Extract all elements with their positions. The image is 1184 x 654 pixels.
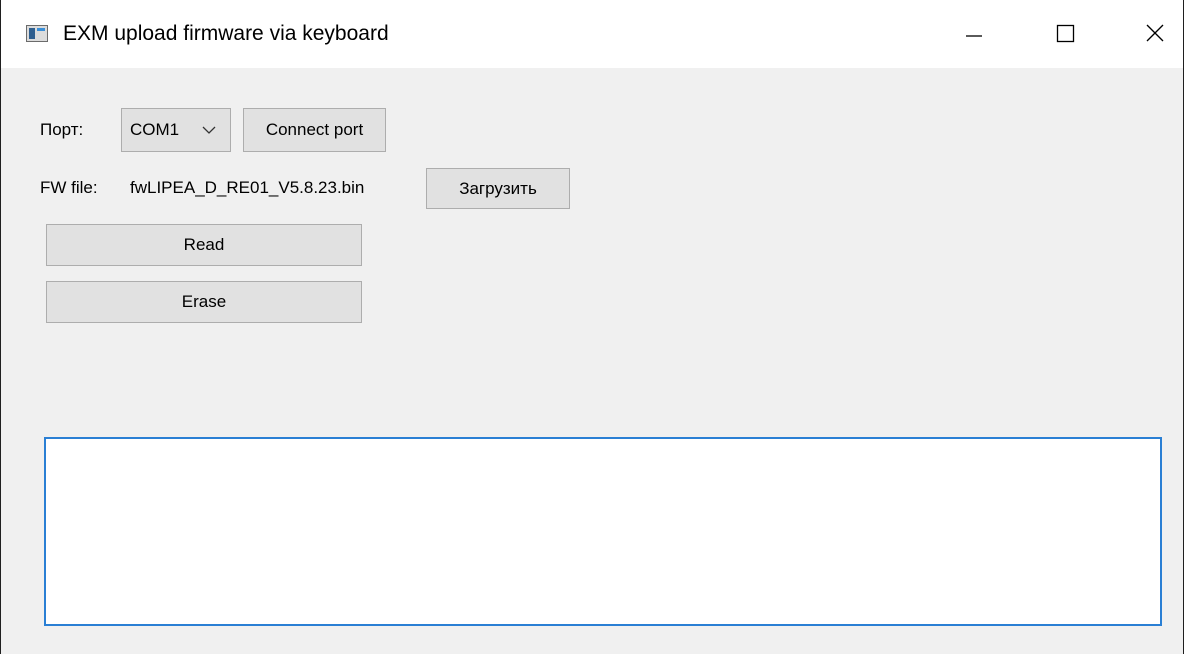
minimize-icon (966, 35, 982, 37)
close-icon (1146, 24, 1164, 42)
minimize-button[interactable] (943, 0, 1003, 68)
erase-button[interactable]: Erase (46, 281, 362, 323)
load-firmware-button[interactable]: Загрузить (426, 168, 570, 209)
read-button[interactable]: Read (46, 224, 362, 266)
maximize-icon (1056, 24, 1075, 43)
title-bar[interactable]: EXM upload firmware via keyboard (1, 0, 1183, 68)
app-window: EXM upload firmware via keyboard Порт: C… (0, 0, 1184, 654)
connect-port-button[interactable]: Connect port (243, 108, 386, 152)
port-label: Порт: (40, 120, 84, 139)
load-firmware-label: Загрузить (459, 179, 537, 198)
fw-file-label: FW file: (40, 178, 98, 197)
app-icon (26, 25, 48, 42)
port-select[interactable]: COM1 (121, 108, 231, 152)
fw-filename: fwLIPEA_D_RE01_V5.8.23.bin (130, 178, 365, 197)
log-textbox[interactable] (44, 437, 1162, 626)
erase-label: Erase (181, 292, 227, 311)
close-button[interactable] (1125, 0, 1184, 68)
connect-port-label: Connect port (265, 120, 364, 139)
maximize-button[interactable] (1035, 0, 1095, 68)
window-title: EXM upload firmware via keyboard (63, 22, 389, 45)
read-label: Read (183, 235, 225, 254)
chevron-down-icon (202, 126, 216, 134)
port-select-value: COM1 (130, 120, 180, 139)
